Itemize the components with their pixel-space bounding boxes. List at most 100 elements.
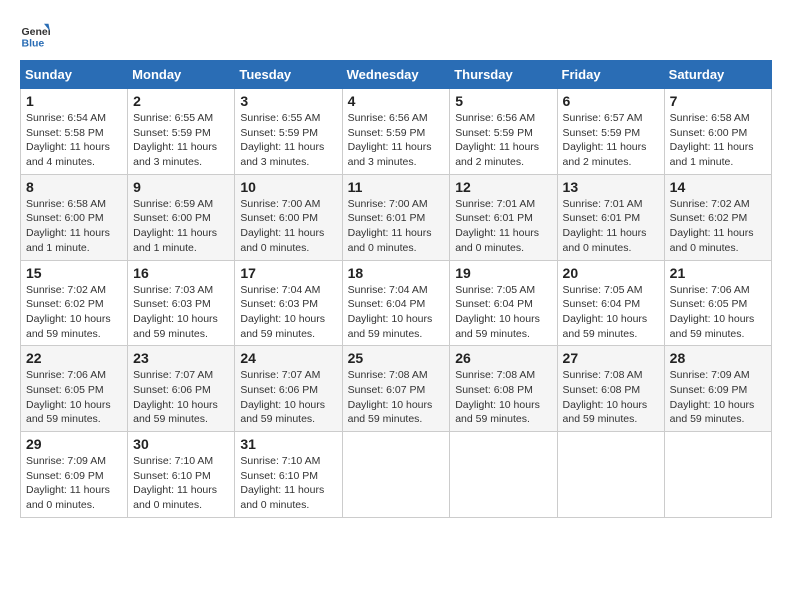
weekday-header-row: SundayMondayTuesdayWednesdayThursdayFrid… xyxy=(21,61,772,89)
weekday-header-monday: Monday xyxy=(128,61,235,89)
calendar-cell: 28 Sunrise: 7:09 AMSunset: 6:09 PMDaylig… xyxy=(664,346,771,432)
day-number: 20 xyxy=(563,265,659,281)
day-info: Sunrise: 7:03 AMSunset: 6:03 PMDaylight:… xyxy=(133,283,229,342)
calendar-cell: 15 Sunrise: 7:02 AMSunset: 6:02 PMDaylig… xyxy=(21,260,128,346)
calendar-cell: 21 Sunrise: 7:06 AMSunset: 6:05 PMDaylig… xyxy=(664,260,771,346)
week-row-5: 29 Sunrise: 7:09 AMSunset: 6:09 PMDaylig… xyxy=(21,432,772,518)
day-info: Sunrise: 6:58 AMSunset: 6:00 PMDaylight:… xyxy=(670,111,766,170)
day-info: Sunrise: 7:02 AMSunset: 6:02 PMDaylight:… xyxy=(670,197,766,256)
weekday-header-wednesday: Wednesday xyxy=(342,61,450,89)
day-info: Sunrise: 7:07 AMSunset: 6:06 PMDaylight:… xyxy=(240,368,336,427)
calendar-cell: 8 Sunrise: 6:58 AMSunset: 6:00 PMDayligh… xyxy=(21,174,128,260)
calendar-cell: 12 Sunrise: 7:01 AMSunset: 6:01 PMDaylig… xyxy=(450,174,557,260)
day-info: Sunrise: 7:00 AMSunset: 6:01 PMDaylight:… xyxy=(348,197,445,256)
page-header: General Blue xyxy=(20,20,772,50)
calendar-cell: 9 Sunrise: 6:59 AMSunset: 6:00 PMDayligh… xyxy=(128,174,235,260)
day-number: 5 xyxy=(455,93,551,109)
weekday-header-tuesday: Tuesday xyxy=(235,61,342,89)
day-number: 8 xyxy=(26,179,122,195)
day-info: Sunrise: 6:57 AMSunset: 5:59 PMDaylight:… xyxy=(563,111,659,170)
day-number: 24 xyxy=(240,350,336,366)
week-row-1: 1 Sunrise: 6:54 AMSunset: 5:58 PMDayligh… xyxy=(21,89,772,175)
calendar-cell: 1 Sunrise: 6:54 AMSunset: 5:58 PMDayligh… xyxy=(21,89,128,175)
weekday-header-friday: Friday xyxy=(557,61,664,89)
calendar-cell: 25 Sunrise: 7:08 AMSunset: 6:07 PMDaylig… xyxy=(342,346,450,432)
calendar-cell: 27 Sunrise: 7:08 AMSunset: 6:08 PMDaylig… xyxy=(557,346,664,432)
day-number: 10 xyxy=(240,179,336,195)
calendar-cell: 29 Sunrise: 7:09 AMSunset: 6:09 PMDaylig… xyxy=(21,432,128,518)
day-number: 30 xyxy=(133,436,229,452)
day-number: 28 xyxy=(670,350,766,366)
day-info: Sunrise: 7:09 AMSunset: 6:09 PMDaylight:… xyxy=(26,454,122,513)
day-number: 4 xyxy=(348,93,445,109)
day-number: 3 xyxy=(240,93,336,109)
logo: General Blue xyxy=(20,20,55,50)
day-info: Sunrise: 6:54 AMSunset: 5:58 PMDaylight:… xyxy=(26,111,122,170)
day-info: Sunrise: 7:02 AMSunset: 6:02 PMDaylight:… xyxy=(26,283,122,342)
day-info: Sunrise: 7:10 AMSunset: 6:10 PMDaylight:… xyxy=(240,454,336,513)
day-number: 14 xyxy=(670,179,766,195)
day-info: Sunrise: 6:58 AMSunset: 6:00 PMDaylight:… xyxy=(26,197,122,256)
day-number: 31 xyxy=(240,436,336,452)
day-info: Sunrise: 7:08 AMSunset: 6:08 PMDaylight:… xyxy=(455,368,551,427)
calendar: SundayMondayTuesdayWednesdayThursdayFrid… xyxy=(20,60,772,518)
calendar-cell: 2 Sunrise: 6:55 AMSunset: 5:59 PMDayligh… xyxy=(128,89,235,175)
calendar-cell: 16 Sunrise: 7:03 AMSunset: 6:03 PMDaylig… xyxy=(128,260,235,346)
calendar-cell: 22 Sunrise: 7:06 AMSunset: 6:05 PMDaylig… xyxy=(21,346,128,432)
calendar-cell xyxy=(450,432,557,518)
calendar-cell: 19 Sunrise: 7:05 AMSunset: 6:04 PMDaylig… xyxy=(450,260,557,346)
day-info: Sunrise: 7:08 AMSunset: 6:07 PMDaylight:… xyxy=(348,368,445,427)
svg-text:General: General xyxy=(22,26,51,38)
day-info: Sunrise: 7:08 AMSunset: 6:08 PMDaylight:… xyxy=(563,368,659,427)
day-number: 9 xyxy=(133,179,229,195)
day-info: Sunrise: 6:59 AMSunset: 6:00 PMDaylight:… xyxy=(133,197,229,256)
day-number: 7 xyxy=(670,93,766,109)
day-info: Sunrise: 7:04 AMSunset: 6:04 PMDaylight:… xyxy=(348,283,445,342)
day-info: Sunrise: 7:01 AMSunset: 6:01 PMDaylight:… xyxy=(563,197,659,256)
day-number: 29 xyxy=(26,436,122,452)
calendar-cell: 4 Sunrise: 6:56 AMSunset: 5:59 PMDayligh… xyxy=(342,89,450,175)
weekday-header-thursday: Thursday xyxy=(450,61,557,89)
calendar-cell: 6 Sunrise: 6:57 AMSunset: 5:59 PMDayligh… xyxy=(557,89,664,175)
day-number: 27 xyxy=(563,350,659,366)
day-number: 25 xyxy=(348,350,445,366)
logo-icon: General Blue xyxy=(20,20,50,50)
day-number: 2 xyxy=(133,93,229,109)
day-number: 19 xyxy=(455,265,551,281)
calendar-cell: 24 Sunrise: 7:07 AMSunset: 6:06 PMDaylig… xyxy=(235,346,342,432)
calendar-cell: 17 Sunrise: 7:04 AMSunset: 6:03 PMDaylig… xyxy=(235,260,342,346)
day-number: 22 xyxy=(26,350,122,366)
day-info: Sunrise: 6:55 AMSunset: 5:59 PMDaylight:… xyxy=(240,111,336,170)
weekday-header-saturday: Saturday xyxy=(664,61,771,89)
week-row-4: 22 Sunrise: 7:06 AMSunset: 6:05 PMDaylig… xyxy=(21,346,772,432)
day-info: Sunrise: 7:06 AMSunset: 6:05 PMDaylight:… xyxy=(26,368,122,427)
day-info: Sunrise: 6:56 AMSunset: 5:59 PMDaylight:… xyxy=(348,111,445,170)
calendar-cell: 14 Sunrise: 7:02 AMSunset: 6:02 PMDaylig… xyxy=(664,174,771,260)
day-number: 18 xyxy=(348,265,445,281)
day-info: Sunrise: 7:05 AMSunset: 6:04 PMDaylight:… xyxy=(455,283,551,342)
day-number: 26 xyxy=(455,350,551,366)
day-info: Sunrise: 6:55 AMSunset: 5:59 PMDaylight:… xyxy=(133,111,229,170)
day-info: Sunrise: 7:07 AMSunset: 6:06 PMDaylight:… xyxy=(133,368,229,427)
calendar-cell xyxy=(664,432,771,518)
week-row-3: 15 Sunrise: 7:02 AMSunset: 6:02 PMDaylig… xyxy=(21,260,772,346)
calendar-cell: 30 Sunrise: 7:10 AMSunset: 6:10 PMDaylig… xyxy=(128,432,235,518)
day-info: Sunrise: 7:04 AMSunset: 6:03 PMDaylight:… xyxy=(240,283,336,342)
calendar-cell: 5 Sunrise: 6:56 AMSunset: 5:59 PMDayligh… xyxy=(450,89,557,175)
calendar-cell: 13 Sunrise: 7:01 AMSunset: 6:01 PMDaylig… xyxy=(557,174,664,260)
day-info: Sunrise: 7:06 AMSunset: 6:05 PMDaylight:… xyxy=(670,283,766,342)
day-info: Sunrise: 7:09 AMSunset: 6:09 PMDaylight:… xyxy=(670,368,766,427)
calendar-cell: 3 Sunrise: 6:55 AMSunset: 5:59 PMDayligh… xyxy=(235,89,342,175)
calendar-cell xyxy=(342,432,450,518)
day-info: Sunrise: 7:05 AMSunset: 6:04 PMDaylight:… xyxy=(563,283,659,342)
calendar-cell: 26 Sunrise: 7:08 AMSunset: 6:08 PMDaylig… xyxy=(450,346,557,432)
calendar-cell xyxy=(557,432,664,518)
day-info: Sunrise: 6:56 AMSunset: 5:59 PMDaylight:… xyxy=(455,111,551,170)
day-number: 16 xyxy=(133,265,229,281)
day-info: Sunrise: 7:00 AMSunset: 6:00 PMDaylight:… xyxy=(240,197,336,256)
day-number: 17 xyxy=(240,265,336,281)
weekday-header-sunday: Sunday xyxy=(21,61,128,89)
day-number: 12 xyxy=(455,179,551,195)
calendar-cell: 20 Sunrise: 7:05 AMSunset: 6:04 PMDaylig… xyxy=(557,260,664,346)
day-number: 1 xyxy=(26,93,122,109)
